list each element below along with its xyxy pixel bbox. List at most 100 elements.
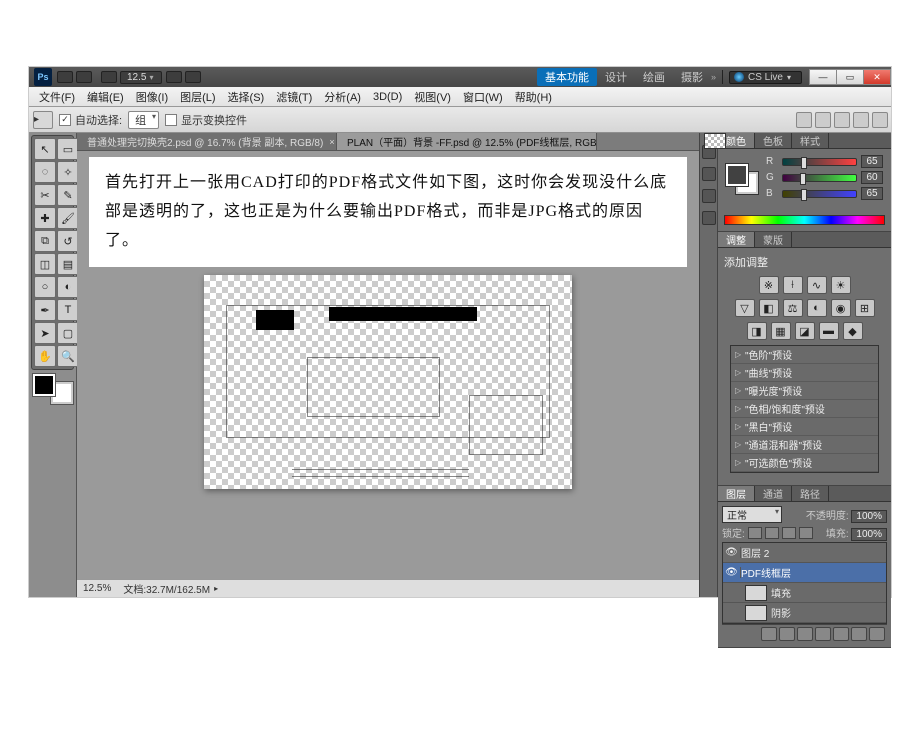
lock-position-icon[interactable] — [782, 527, 796, 539]
menu-3d[interactable]: 3D(D) — [367, 91, 408, 103]
document-tab[interactable]: PLAN（平面）背景 -FF.psd @ 12.5% (PDF线框层, RGB/… — [337, 133, 597, 150]
preset-item[interactable]: ▷"曲线"预设 — [731, 364, 878, 382]
tool-move[interactable]: ↖ — [34, 138, 56, 160]
workspace-tab-design[interactable]: 设计 — [597, 69, 635, 85]
workspace-tab-photo[interactable]: 摄影 — [673, 69, 711, 85]
b-value[interactable]: 65 — [861, 187, 883, 200]
adj-vibrance-icon[interactable]: ▽ — [735, 299, 755, 317]
lock-image-icon[interactable] — [765, 527, 779, 539]
tool-lasso[interactable]: ◌ — [34, 161, 56, 183]
r-value[interactable]: 65 — [861, 155, 883, 168]
adj-curves-icon[interactable]: ∿ — [807, 276, 827, 294]
dock-icon[interactable] — [702, 211, 716, 225]
adj-brightness-icon[interactable]: ※ — [759, 276, 779, 294]
layer-row[interactable]: 填充 — [723, 583, 886, 603]
document-tab[interactable]: 普通处理完切换壳2.psd @ 16.7% (背景 副本, RGB/8)× — [77, 133, 337, 150]
workspace-tab-essentials[interactable]: 基本功能 — [537, 68, 597, 86]
window-maximize-button[interactable]: ▭ — [836, 69, 864, 85]
menu-window[interactable]: 窗口(W) — [457, 89, 509, 105]
preset-item[interactable]: ▷"通道混和器"预设 — [731, 436, 878, 454]
mini-bridge-icon[interactable] — [76, 71, 92, 83]
tab-masks[interactable]: 蒙版 — [755, 232, 792, 247]
canvas-document[interactable] — [204, 275, 572, 489]
tool-pen[interactable]: ✒ — [34, 299, 56, 321]
workspace-tab-paint[interactable]: 绘画 — [635, 69, 673, 85]
preset-item[interactable]: ▷"可选颜色"预设 — [731, 454, 878, 472]
arrange-docs-icon[interactable] — [166, 71, 182, 83]
zoom-level-dropdown[interactable]: 12.5 — [120, 71, 162, 84]
fg-color-swatch[interactable] — [33, 374, 55, 396]
adj-hsl-icon[interactable]: ◧ — [759, 299, 779, 317]
preset-item[interactable]: ▷"黑白"预设 — [731, 418, 878, 436]
tool-crop[interactable]: ✂ — [34, 184, 56, 206]
tab-swatches[interactable]: 色板 — [755, 133, 792, 148]
tool-dodge[interactable]: ◐ — [57, 276, 79, 298]
mask-icon[interactable] — [797, 627, 813, 641]
fx-icon[interactable] — [779, 627, 795, 641]
view-extras-icon[interactable] — [101, 71, 117, 83]
auto-select-checkbox[interactable]: ✓ — [59, 114, 71, 126]
window-minimize-button[interactable]: — — [809, 69, 837, 85]
tab-paths[interactable]: 路径 — [792, 486, 829, 501]
adj-posterize-icon[interactable]: ▦ — [771, 322, 791, 340]
new-group-icon[interactable] — [833, 627, 849, 641]
distribute-icon[interactable] — [853, 112, 869, 128]
menu-file[interactable]: 文件(F) — [33, 89, 81, 105]
canvas-area[interactable]: 首先打开上一张用CAD打印的PDF格式文件如下图，这时你会发现没什么底部是透明的… — [77, 151, 699, 579]
tab-channels[interactable]: 通道 — [755, 486, 792, 501]
preset-item[interactable]: ▷"色相/饱和度"预设 — [731, 400, 878, 418]
tab-adjustments[interactable]: 调整 — [718, 232, 755, 247]
fill-value[interactable]: 100% — [851, 528, 887, 541]
new-layer-icon[interactable] — [851, 627, 867, 641]
adj-selectivecolor-icon[interactable]: ◆ — [843, 322, 863, 340]
adj-threshold-icon[interactable]: ◪ — [795, 322, 815, 340]
adj-bw-icon[interactable]: ◐ — [807, 299, 827, 317]
lock-all-icon[interactable] — [799, 527, 813, 539]
distribute-icon[interactable] — [872, 112, 888, 128]
dock-icon[interactable] — [702, 189, 716, 203]
visibility-toggle-icon[interactable]: 👁 — [723, 547, 741, 558]
align-icon[interactable] — [815, 112, 831, 128]
adj-invert-icon[interactable]: ◨ — [747, 322, 767, 340]
tool-marquee[interactable]: ▭ — [57, 138, 79, 160]
lock-transparent-icon[interactable] — [748, 527, 762, 539]
window-close-button[interactable]: ✕ — [863, 69, 891, 85]
r-slider[interactable] — [782, 158, 857, 166]
menu-layer[interactable]: 图层(L) — [174, 89, 221, 105]
tool-history-brush[interactable]: ↺ — [57, 230, 79, 252]
tool-type[interactable]: T — [57, 299, 79, 321]
bridge-icon[interactable] — [57, 71, 73, 83]
tool-path-select[interactable]: ➤ — [34, 322, 56, 344]
tool-eyedropper[interactable]: ✎ — [57, 184, 79, 206]
tool-hand[interactable]: ✋ — [34, 345, 56, 367]
tool-brush[interactable]: 🖌 — [57, 207, 79, 229]
dock-icon[interactable] — [702, 167, 716, 181]
b-slider[interactable] — [782, 190, 857, 198]
preset-item[interactable]: ▷"曝光度"预设 — [731, 382, 878, 400]
align-icon[interactable] — [796, 112, 812, 128]
auto-select-target-dropdown[interactable]: 组 — [128, 111, 159, 129]
cs-live-button[interactable]: CS Live▾ — [729, 71, 802, 84]
adj-channelmixer-icon[interactable]: ⊞ — [855, 299, 875, 317]
tab-layers[interactable]: 图层 — [718, 486, 755, 501]
adj-levels-icon[interactable]: ⟊ — [783, 276, 803, 294]
tool-blur[interactable]: ○ — [34, 276, 56, 298]
layer-row[interactable]: 阴影 — [723, 603, 886, 623]
menu-edit[interactable]: 编辑(E) — [81, 89, 130, 105]
adj-exposure-icon[interactable]: ☀ — [831, 276, 851, 294]
tool-eraser[interactable]: ◫ — [34, 253, 56, 275]
align-icon[interactable] — [834, 112, 850, 128]
status-zoom[interactable]: 12.5% — [83, 583, 111, 594]
menu-image[interactable]: 图像(I) — [130, 89, 174, 105]
g-value[interactable]: 60 — [861, 171, 883, 184]
current-tool-icon[interactable]: ▸ — [33, 111, 53, 129]
tool-magic-wand[interactable]: ✧ — [57, 161, 79, 183]
screen-mode-icon[interactable] — [185, 71, 201, 83]
tool-clone[interactable]: ⧉ — [34, 230, 56, 252]
menu-analysis[interactable]: 分析(A) — [318, 89, 367, 105]
panel-fg-bg-swatch[interactable] — [726, 164, 758, 194]
link-layers-icon[interactable] — [761, 627, 777, 641]
tool-zoom[interactable]: 🔍 — [57, 345, 79, 367]
tool-healing[interactable]: ✚ — [34, 207, 56, 229]
layer-row[interactable]: 👁图层 2 — [723, 543, 886, 563]
